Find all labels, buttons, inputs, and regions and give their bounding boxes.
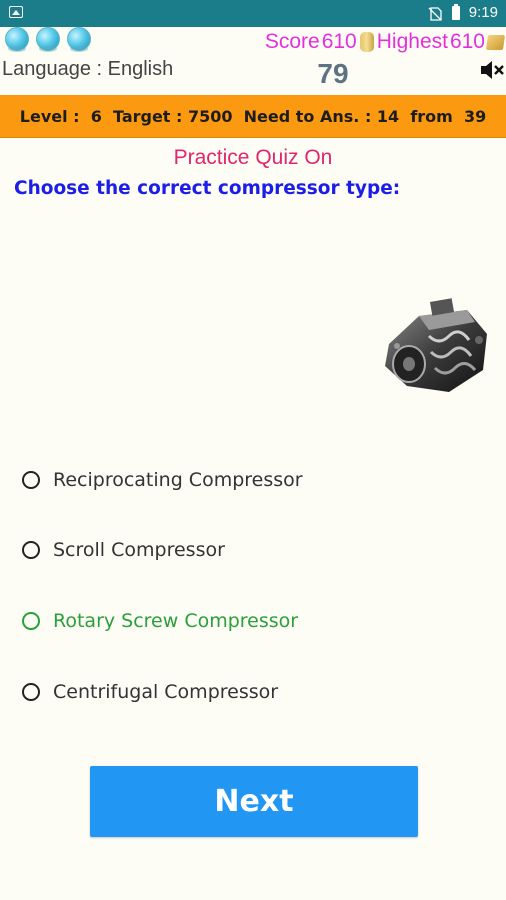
radio-button[interactable] — [22, 683, 40, 701]
battery-icon — [452, 4, 460, 20]
question-text: Choose the correct compressor type: — [14, 178, 401, 199]
speaker-muted-icon[interactable] — [479, 57, 505, 83]
next-button[interactable]: Next — [90, 766, 418, 837]
hint-orb-icon[interactable] — [67, 27, 91, 52]
treasure-icon — [485, 34, 506, 50]
radio-button[interactable] — [22, 471, 40, 489]
answer-option-correct[interactable]: Rotary Screw Compressor — [22, 601, 298, 641]
hint-orb-icon[interactable] — [5, 27, 29, 52]
rotary-screw-compressor-image — [385, 298, 487, 392]
answer-option[interactable]: Scroll Compressor — [22, 530, 225, 570]
level-info-bar: Level : 6 Target : 7500 Need to Ans. : 1… — [0, 95, 506, 138]
quiz-title: Practice Quiz On — [173, 146, 333, 169]
no-sim-icon — [428, 7, 442, 21]
hint-orb-icon[interactable] — [36, 27, 60, 52]
radio-button[interactable] — [22, 612, 40, 630]
answer-option-label: Centrifugal Compressor — [53, 681, 279, 703]
status-time: 9:19 — [468, 4, 498, 21]
status-bar: 9:19 — [0, 0, 506, 27]
radio-button[interactable] — [22, 541, 40, 559]
highest-label: Highest — [376, 30, 448, 53]
language-selector[interactable]: Language : English — [2, 58, 173, 81]
score-label: Score — [264, 30, 320, 53]
highest-value: 610 — [449, 30, 485, 53]
notification-image-icon — [9, 6, 23, 18]
answer-option[interactable]: Centrifugal Compressor — [22, 672, 278, 712]
answer-option-label: Reciprocating Compressor — [53, 469, 303, 491]
score-bar: Score 610 Highest 610 — [264, 29, 506, 55]
answer-option-label: Scroll Compressor — [53, 539, 225, 561]
question-counter: 79 — [317, 58, 349, 89]
score-value: 610 — [321, 30, 357, 53]
answer-option-label: Rotary Screw Compressor — [53, 610, 299, 632]
coin-icon — [359, 32, 374, 52]
answer-option[interactable]: Reciprocating Compressor — [22, 460, 303, 500]
